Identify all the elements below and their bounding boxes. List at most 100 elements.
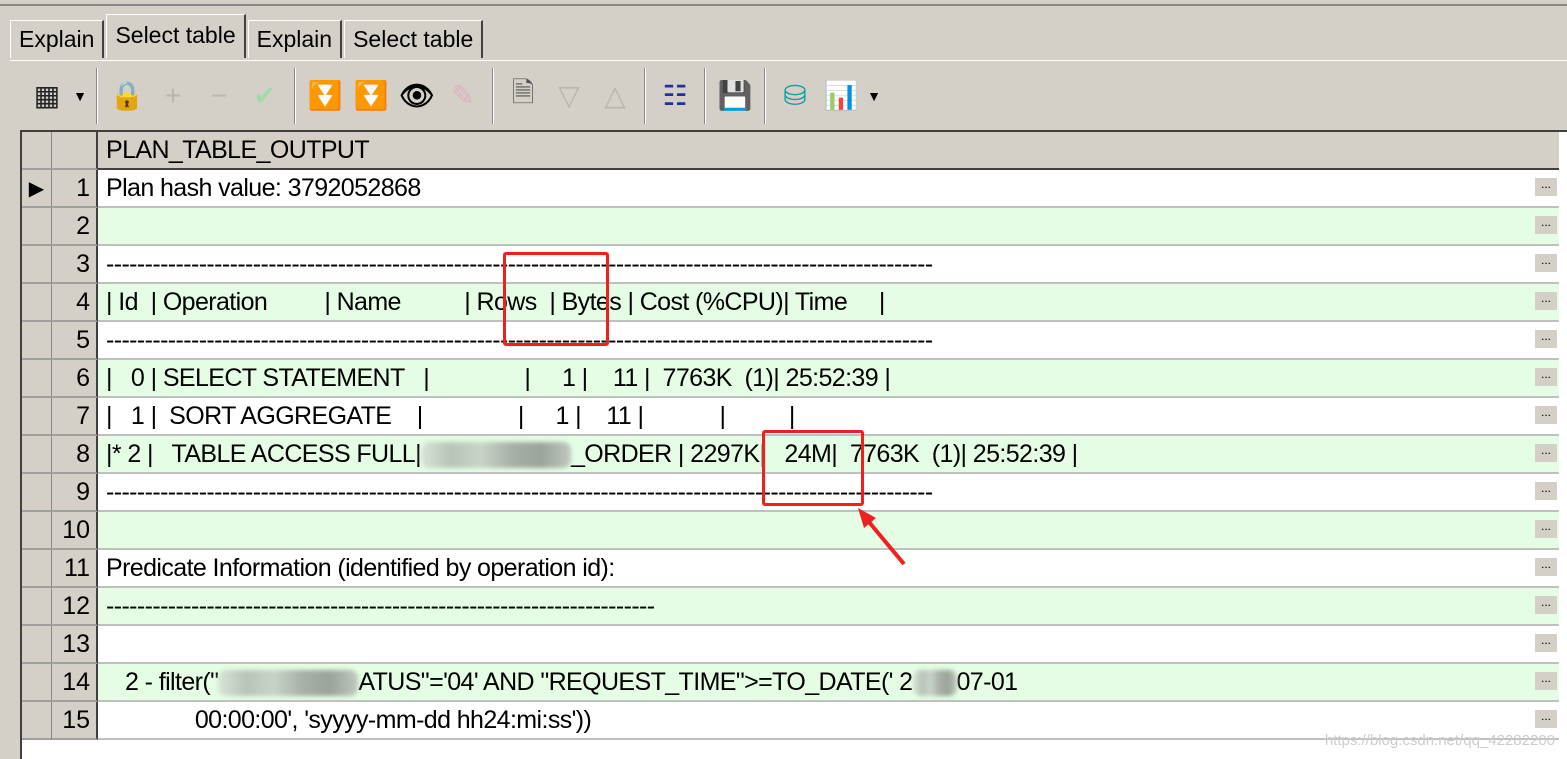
toolbar: ▦ ▼ 🔒 + − ✔ ⏬ ⏬ 👁 ✎ 🗎 ▽ △ ☷ 💾 ⛁ 📊 ▼: [10, 60, 1567, 130]
plan-output-cell[interactable]: ----------------------------------------…: [98, 246, 1559, 284]
row-indicator[interactable]: [22, 436, 52, 474]
table-row[interactable]: 13...: [22, 626, 1559, 664]
row-indicator[interactable]: [22, 398, 52, 436]
table-row[interactable]: 2...: [22, 208, 1559, 246]
ellipsis-button[interactable]: ...: [1535, 710, 1557, 728]
ellipsis-button[interactable]: ...: [1535, 634, 1557, 652]
filter-clear-icon[interactable]: ⏬: [348, 73, 394, 119]
ellipsis-button[interactable]: ...: [1535, 672, 1557, 690]
plan-output-cell[interactable]: ...: [98, 208, 1559, 246]
cell-text: 2 - filter(": [106, 668, 219, 696]
ellipsis-button[interactable]: ...: [1535, 178, 1557, 196]
dropdown-arrow-icon[interactable]: ▼: [864, 73, 884, 119]
table-row[interactable]: 5 ---------------------------------------…: [22, 322, 1559, 360]
ellipsis-button[interactable]: ...: [1535, 368, 1557, 386]
ellipsis-button[interactable]: ...: [1535, 444, 1557, 462]
table-row[interactable]: 6 | 0 | SELECT STATEMENT | | 1 | 11 | 776…: [22, 360, 1559, 398]
tab-select-table-1[interactable]: Select table: [106, 14, 246, 58]
ellipsis-button[interactable]: ...: [1535, 216, 1557, 234]
row-number: 10: [52, 512, 98, 550]
eraser-icon[interactable]: ✎: [440, 73, 486, 119]
row-indicator[interactable]: [22, 512, 52, 550]
table-row[interactable]: 11 Predicate Information (identified by o…: [22, 550, 1559, 588]
column-header-plan-table-output[interactable]: PLAN_TABLE_OUTPUT: [98, 132, 1559, 170]
tab-explain-1[interactable]: Explain: [10, 20, 105, 58]
arrow-annotation: [858, 508, 906, 566]
plan-output-cell[interactable]: ----------------------------------------…: [98, 588, 1559, 626]
row-number: 3: [52, 246, 98, 284]
plan-output-cell[interactable]: ...: [98, 626, 1559, 664]
ellipsis-button[interactable]: ...: [1535, 292, 1557, 310]
table-row[interactable]: 4 | Id | Operation | Name | Rows | Bytes …: [22, 284, 1559, 322]
watermark: https://blog.csdn.net/qq_42282200: [1324, 732, 1555, 749]
header-row: PLAN_TABLE_OUTPUT: [22, 132, 1559, 170]
grid-layout-icon[interactable]: ▦: [24, 73, 70, 119]
sort-asc-icon[interactable]: △: [592, 73, 638, 119]
ellipsis-button[interactable]: ...: [1535, 596, 1557, 614]
cell-text: | Id | Operation | Name | Rows | Bytes |…: [106, 288, 885, 316]
row-indicator[interactable]: [22, 322, 52, 360]
cell-text: 00:00:00', 'syyyy-mm-dd hh24:mi:ss')): [106, 706, 592, 734]
redacted-area: [912, 670, 957, 697]
ellipsis-button[interactable]: ...: [1535, 520, 1557, 538]
ellipsis-button[interactable]: ...: [1535, 558, 1557, 576]
top-border: [0, 0, 1567, 6]
plan-output-cell[interactable]: Plan hash value: 3792052868...: [98, 170, 1559, 208]
row-indicator[interactable]: ▶: [22, 170, 52, 208]
row-number: 9: [52, 474, 98, 512]
row-indicator[interactable]: [22, 474, 52, 512]
separator: [492, 67, 494, 124]
tab-select-table-2[interactable]: Select table: [344, 20, 484, 58]
row-indicator[interactable]: [22, 550, 52, 588]
table-row[interactable]: ▶ 1 Plan hash value: 3792052868...: [22, 170, 1559, 208]
cell-text: ----------------------------------------…: [106, 592, 655, 620]
plan-output-cell[interactable]: | 0 | SELECT STATEMENT | | 1 | 11 | 7763…: [98, 360, 1559, 398]
dropdown-arrow-icon[interactable]: ▼: [70, 73, 90, 119]
table-row[interactable]: 12 --------------------------------------…: [22, 588, 1559, 626]
row-number-header: [52, 132, 98, 170]
tab-explain-2[interactable]: Explain: [247, 20, 343, 58]
row-indicator[interactable]: [22, 208, 52, 246]
separator: [764, 67, 766, 124]
plan-output-cell[interactable]: 2 - filter(" ATUS"='04' AND "REQUEST_TIME…: [98, 664, 1559, 702]
ellipsis-button[interactable]: ...: [1535, 254, 1557, 272]
separator: [644, 67, 646, 124]
sort-desc-icon[interactable]: ▽: [546, 73, 592, 119]
tab-bar: Explain Select table Explain Select tabl…: [10, 14, 485, 58]
query-docs-icon[interactable]: 🗎: [500, 73, 546, 119]
binoculars-icon[interactable]: 👁: [394, 73, 440, 119]
cell-text: Predicate Information (identified by ope…: [106, 554, 615, 582]
row-number: 5: [52, 322, 98, 360]
row-indicator[interactable]: [22, 702, 52, 740]
bar-chart-icon[interactable]: 📊: [818, 73, 864, 119]
ellipsis-button[interactable]: ...: [1535, 482, 1557, 500]
row-indicator[interactable]: [22, 246, 52, 284]
row-indicator[interactable]: [22, 664, 52, 702]
minus-icon[interactable]: −: [196, 73, 242, 119]
row-indicator[interactable]: [22, 360, 52, 398]
ellipsis-button[interactable]: ...: [1535, 406, 1557, 424]
save-icon[interactable]: 💾: [712, 73, 758, 119]
checkmark-icon[interactable]: ✔: [242, 73, 288, 119]
ellipsis-button[interactable]: ...: [1535, 330, 1557, 348]
database-export-icon[interactable]: ⛁: [772, 73, 818, 119]
plan-output-cell[interactable]: ----------------------------------------…: [98, 322, 1559, 360]
row-number: 2: [52, 208, 98, 246]
tree-icon[interactable]: ☷: [652, 73, 698, 119]
cell-text: | 1 | SORT AGGREGATE | | 1 | 11 | | |: [106, 402, 795, 430]
plan-output-cell[interactable]: | Id | Operation | Name | Rows | Bytes |…: [98, 284, 1559, 322]
filter-down-icon[interactable]: ⏬: [302, 73, 348, 119]
plus-icon[interactable]: +: [150, 73, 196, 119]
table-row[interactable]: 10...: [22, 512, 1559, 550]
table-row[interactable]: 3 ---------------------------------------…: [22, 246, 1559, 284]
corner-cell[interactable]: [22, 132, 52, 170]
row-indicator[interactable]: [22, 626, 52, 664]
lock-icon[interactable]: 🔒: [104, 73, 150, 119]
table-row[interactable]: 14 2 - filter(" ATUS"='04' AND "REQUEST_T…: [22, 664, 1559, 702]
redacted-area: [421, 442, 571, 469]
plan-output-cell[interactable]: ...: [98, 512, 1559, 550]
row-number: 6: [52, 360, 98, 398]
plan-output-cell[interactable]: Predicate Information (identified by ope…: [98, 550, 1559, 588]
row-indicator[interactable]: [22, 588, 52, 626]
row-indicator[interactable]: [22, 284, 52, 322]
